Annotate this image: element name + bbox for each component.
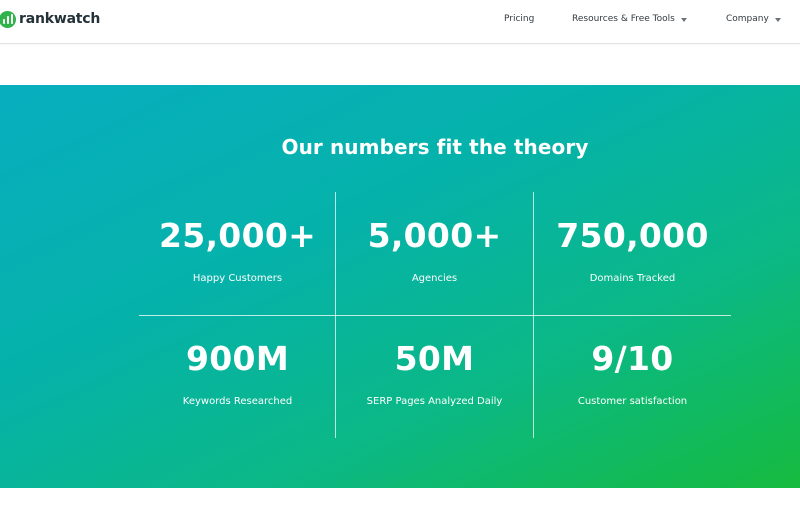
stats-grid: 25,000+ Happy Customers 5,000+ Agencies … [139, 192, 731, 438]
rankwatch-logo-icon [0, 10, 16, 28]
site-header: rankwatch Pricing Resources & Free Tools… [0, 0, 800, 44]
stat-label: Agencies [411, 273, 458, 284]
chevron-down-icon [774, 17, 781, 22]
stat-value: 9/10 [591, 339, 674, 378]
stat-label: Happy Customers [192, 273, 283, 284]
stat-card: 9/10 Customer satisfaction [534, 315, 731, 438]
stat-label: SERP Pages Analyzed Daily [366, 396, 503, 407]
stat-label: Keywords Researched [182, 396, 293, 407]
stats-title: Our numbers fit the theory [281, 135, 589, 159]
stat-card: 750,000 Domains Tracked [534, 192, 731, 315]
chevron-down-icon [680, 17, 687, 22]
nav-company-dropdown[interactable]: Company [726, 14, 781, 24]
stat-value: 50M [394, 339, 475, 378]
stat-value: 750,000 [556, 216, 709, 255]
stat-card: 25,000+ Happy Customers [139, 192, 336, 315]
stat-value: 25,000+ [158, 216, 317, 255]
brand-logo[interactable]: rankwatch [0, 6, 100, 32]
stat-value: 5,000+ [367, 216, 502, 255]
stat-card: 5,000+ Agencies [336, 192, 533, 315]
stat-card: 900M Keywords Researched [139, 315, 336, 438]
nav-resources-label: Resources & Free Tools [572, 14, 675, 24]
nav-company-label: Company [726, 14, 769, 24]
stats-section: Our numbers fit the theory 25,000+ Happy… [0, 85, 800, 488]
stat-label: Customer satisfaction [577, 396, 688, 407]
stat-value: 900M [186, 339, 289, 378]
stat-card: 50M SERP Pages Analyzed Daily [336, 315, 533, 438]
nav-pricing-link[interactable]: Pricing [504, 14, 534, 24]
brand-name: rankwatch [19, 11, 101, 27]
nav-resources-dropdown[interactable]: Resources & Free Tools [572, 14, 687, 24]
nav-pricing-label: Pricing [504, 14, 535, 24]
stat-label: Domains Tracked [589, 273, 676, 284]
